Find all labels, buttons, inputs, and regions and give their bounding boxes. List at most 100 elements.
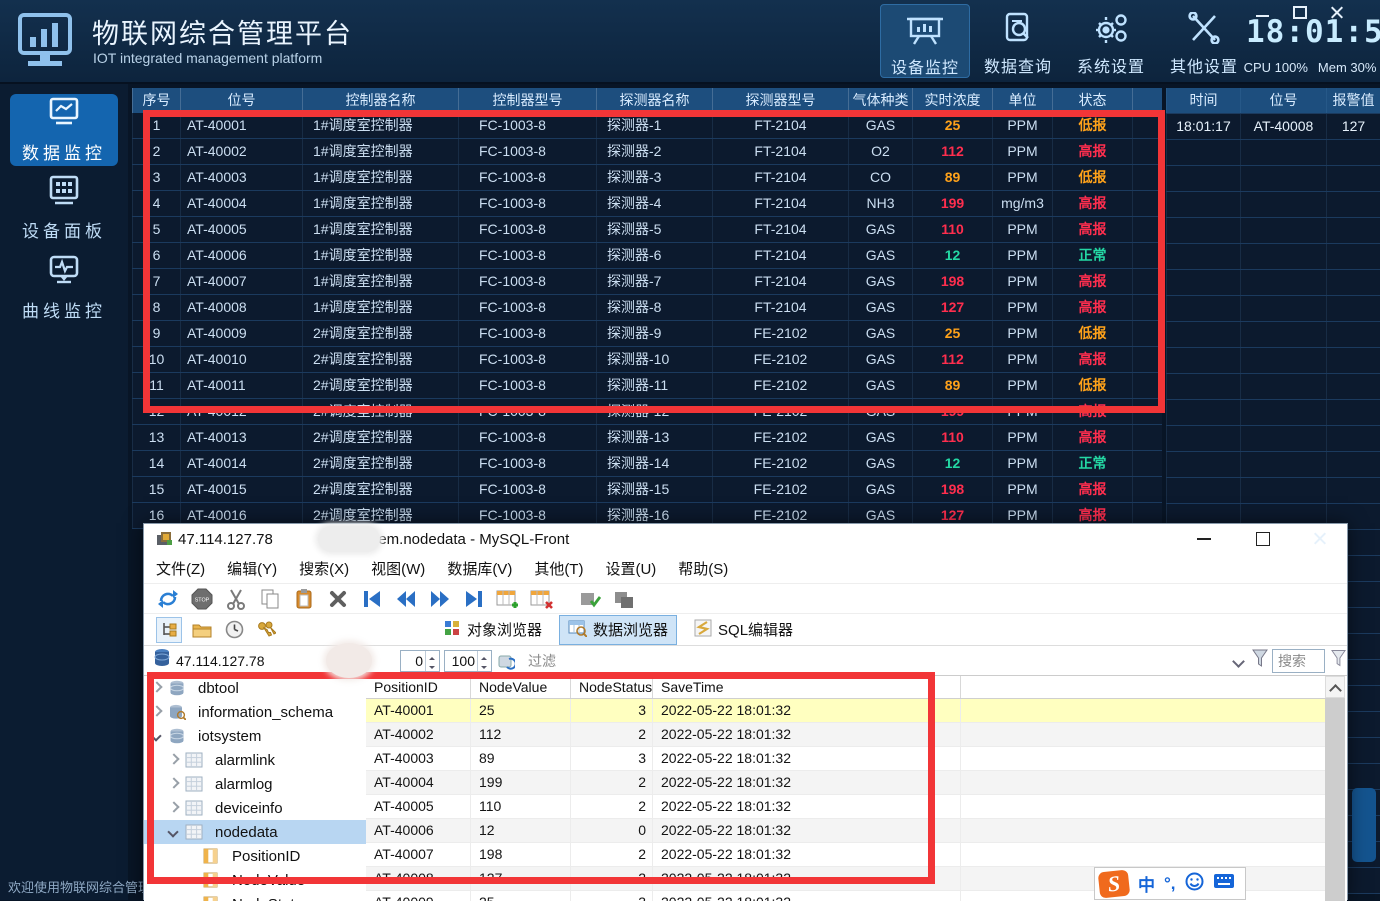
nav-data-query[interactable]: 数据查询 — [973, 4, 1063, 78]
commit-icon[interactable] — [578, 587, 602, 611]
cell-empty — [1166, 270, 1240, 295]
svg-text:STOP: STOP — [195, 597, 210, 603]
folder-icon[interactable] — [190, 618, 214, 642]
menu-item[interactable]: 视图(W) — [371, 558, 425, 579]
tree-indent — [184, 897, 198, 901]
paste-icon[interactable] — [292, 587, 316, 611]
minimize-icon[interactable] — [1256, 6, 1269, 17]
maximize-icon[interactable] — [1293, 6, 1307, 19]
nav-device-monitor[interactable]: 设备监控 — [880, 4, 970, 78]
sql-editor-icon — [694, 619, 712, 641]
grid-scrollbar[interactable] — [1325, 676, 1345, 901]
cell-empty — [1240, 478, 1326, 503]
menu-item[interactable]: 搜索(X) — [299, 558, 349, 579]
reload-data-icon[interactable] — [496, 651, 516, 671]
sidebar-item-curve-monitor[interactable]: 曲线监控 — [10, 252, 118, 324]
insert-row-icon[interactable] — [496, 587, 520, 611]
menu-item[interactable]: 设置(U) — [605, 558, 656, 579]
menu-item[interactable]: 文件(Z) — [156, 558, 205, 579]
data-monitor-icon — [44, 96, 84, 135]
app-window-controls — [1256, 6, 1344, 19]
cell-empty — [1240, 296, 1326, 321]
cell: FE-2102 — [712, 425, 848, 450]
search-input[interactable]: 搜索 — [1272, 649, 1325, 673]
refresh-icon[interactable] — [156, 587, 180, 611]
close-icon[interactable] — [1331, 6, 1344, 19]
sogou-logo-icon[interactable]: S — [1098, 869, 1131, 898]
sidebar-item-data-monitor[interactable]: 数据监控 — [10, 94, 118, 166]
cell-empty — [1326, 426, 1380, 451]
alarm-scrollbar-thumb[interactable] — [1352, 788, 1376, 862]
tab-object-browser[interactable]: 对象浏览器 — [434, 615, 551, 645]
scroll-up-icon[interactable] — [1325, 676, 1345, 698]
table-row[interactable]: 13AT-400132#调度室控制器FC-1003-8探测器-13FE-2102… — [132, 425, 1162, 451]
mysql-front-app-icon — [156, 531, 173, 552]
clock-icon[interactable] — [222, 618, 246, 642]
chevron-down-icon[interactable] — [1232, 655, 1244, 667]
cell-filler — [961, 723, 1326, 746]
tab-sql-editor[interactable]: SQL编辑器 — [685, 615, 802, 645]
limit-value: 100 — [445, 653, 477, 669]
limit-stepper[interactable]: 100 — [444, 650, 492, 672]
search-funnel-icon[interactable] — [1331, 649, 1346, 672]
cell: 探测器-13 — [596, 425, 712, 450]
stop-icon[interactable]: STOP — [190, 587, 214, 611]
mysql-maximize-icon[interactable] — [1256, 532, 1270, 546]
device-monitor-icon — [906, 13, 944, 50]
ime-keyboard-icon[interactable] — [1213, 873, 1235, 894]
alarm-empty-row — [1166, 270, 1380, 296]
cell-empty — [1240, 452, 1326, 477]
nav-last-icon[interactable] — [462, 587, 486, 611]
cell-empty — [1326, 296, 1380, 321]
delete-icon[interactable] — [326, 587, 350, 611]
ime-punctuation-toggle[interactable]: °, — [1164, 874, 1176, 894]
filter-funnel-icon[interactable] — [1252, 649, 1268, 672]
nav-next-icon[interactable] — [428, 587, 452, 611]
connection-host[interactable]: 47.114.127.78 — [176, 653, 326, 669]
cell: 2#调度室控制器 — [302, 425, 458, 450]
offset-stepper[interactable]: 0 — [400, 650, 440, 672]
alarm-empty-row — [1166, 426, 1380, 452]
nav-system-settings[interactable]: 系统设置 — [1066, 4, 1156, 78]
alarm-empty-row — [1166, 296, 1380, 322]
tab-data-browser[interactable]: 数据浏览器 — [559, 615, 677, 645]
page-title: 物联网综合管理平台 — [92, 12, 353, 51]
alarm-row[interactable]: 18:01:17AT-40008127 — [1166, 114, 1380, 140]
nav-other-settings[interactable]: 其他设置 — [1159, 4, 1249, 78]
cell: FC-1003-8 — [458, 451, 596, 476]
cell-empty — [1240, 192, 1326, 217]
cell: AT-40013 — [180, 425, 302, 450]
cell-empty — [1166, 322, 1240, 347]
cell-empty — [1326, 400, 1380, 425]
nav-prev-icon[interactable] — [394, 587, 418, 611]
cell-empty — [1166, 374, 1240, 399]
nav-first-icon[interactable] — [360, 587, 384, 611]
cell-empty — [1166, 218, 1240, 243]
alarm-table-header: 时间位号报警值 — [1166, 88, 1380, 114]
alarm-empty-row — [1166, 244, 1380, 270]
cut-icon[interactable] — [224, 587, 248, 611]
tree-toggle-icon[interactable] — [156, 617, 182, 643]
ime-emoji-icon[interactable] — [1185, 872, 1204, 896]
menu-item[interactable]: 其他(T) — [534, 558, 583, 579]
field-icon — [202, 896, 226, 901]
mysql-minimize-icon[interactable] — [1197, 537, 1211, 540]
menu-item[interactable]: 编辑(Y) — [227, 558, 277, 579]
copy-icon[interactable] — [258, 587, 282, 611]
table-row[interactable]: 15AT-400152#调度室控制器FC-1003-8探测器-15FE-2102… — [132, 477, 1162, 503]
filter-input[interactable]: 过滤 — [522, 650, 1228, 672]
table-row[interactable]: 14AT-400142#调度室控制器FC-1003-8探测器-14FE-2102… — [132, 451, 1162, 477]
alarm-empty-row — [1166, 192, 1380, 218]
alarm-empty-row — [1166, 218, 1380, 244]
revert-icon[interactable] — [612, 587, 636, 611]
sidebar-item-device-panel[interactable]: 设备面板 — [10, 172, 118, 244]
cell-empty — [1166, 452, 1240, 477]
tab-label: 数据浏览器 — [593, 619, 668, 640]
keys-icon[interactable] — [254, 618, 278, 642]
mysql-close-icon[interactable] — [1314, 532, 1327, 545]
menu-item[interactable]: 帮助(S) — [678, 558, 728, 579]
menu-item[interactable]: 数据库(V) — [447, 558, 512, 579]
ime-lang-toggle[interactable]: 中 — [1138, 871, 1155, 896]
sidebar: 数据监控 设备面板 曲线监控 — [0, 84, 128, 900]
delete-row-icon[interactable] — [530, 587, 554, 611]
